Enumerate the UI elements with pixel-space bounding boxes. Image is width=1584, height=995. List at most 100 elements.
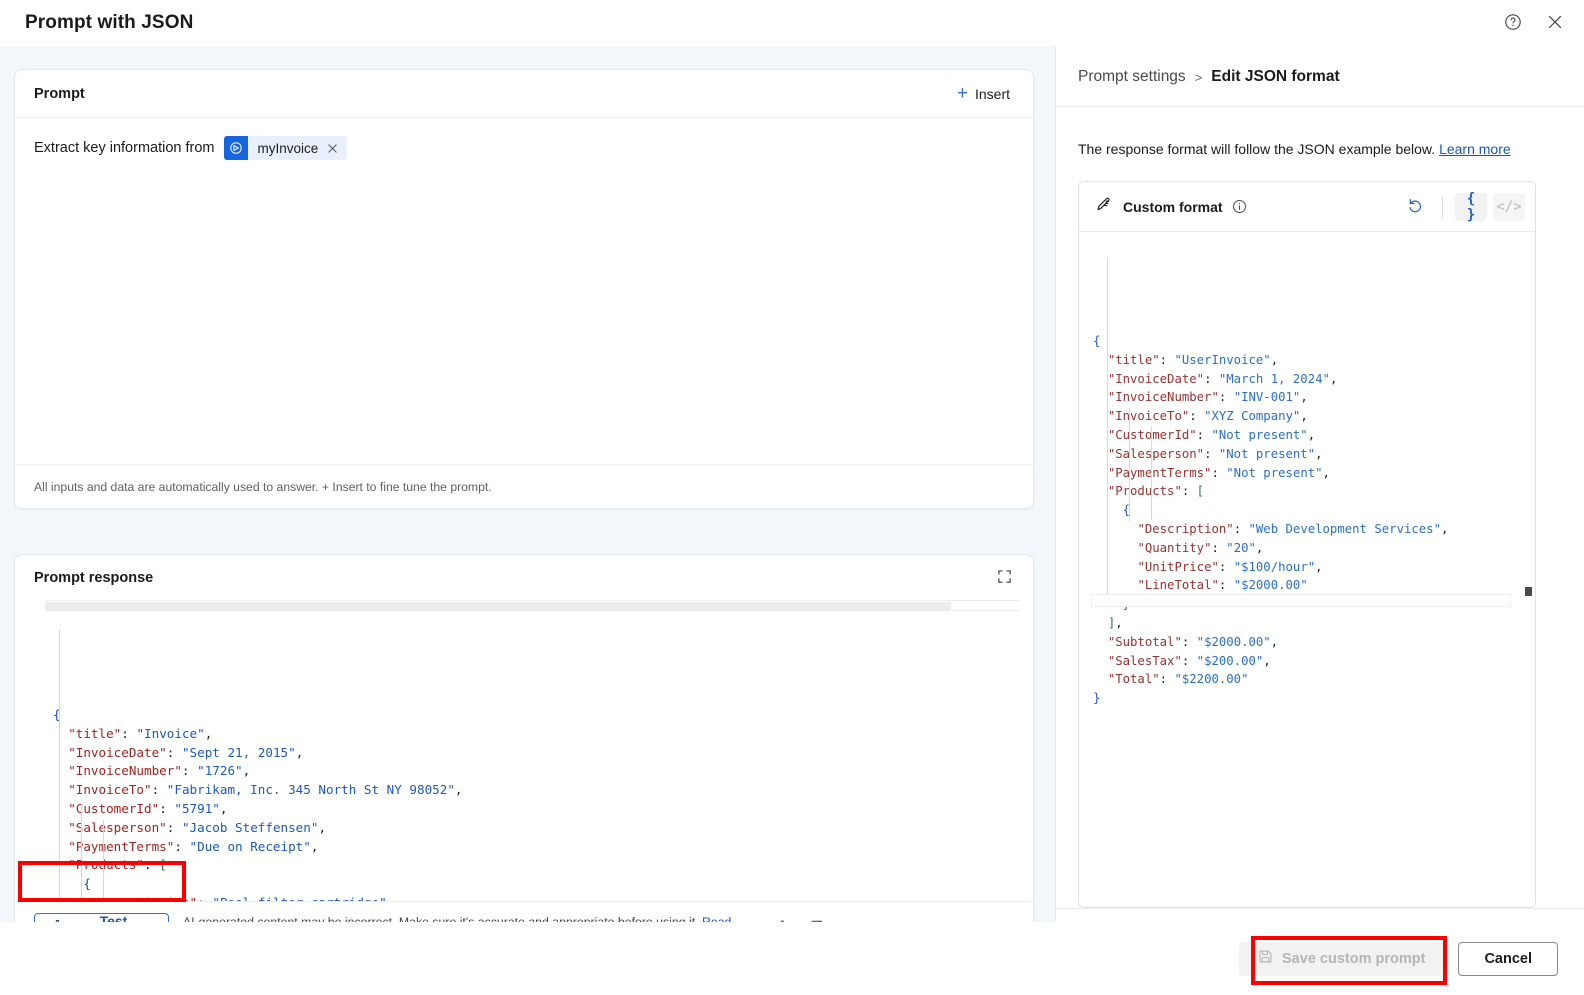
page-title: Prompt with JSON bbox=[25, 12, 194, 33]
code-line: "title": "UserInvoice", bbox=[1107, 352, 1279, 367]
left-pane: Prompt + Insert Extract key information … bbox=[0, 46, 1055, 995]
code-line: "Total": "$2200.00" bbox=[1107, 672, 1249, 687]
code-line: "SalesTax": "$200.00", bbox=[1107, 653, 1271, 668]
prompt-card: Prompt + Insert Extract key information … bbox=[14, 69, 1034, 509]
code-line: } bbox=[1093, 691, 1101, 706]
dialog-titlebar: Prompt with JSON bbox=[0, 0, 1584, 46]
file-badge-icon bbox=[223, 136, 248, 160]
prompt-footer-hint: All inputs and data are automatically us… bbox=[34, 479, 492, 494]
indent-guide bbox=[1151, 426, 1152, 520]
right-pane: Prompt settings > Edit JSON format The r… bbox=[1055, 46, 1584, 995]
right-pane-divider bbox=[1056, 106, 1584, 107]
prompt-input-chip[interactable]: myInvoice bbox=[223, 136, 348, 160]
insert-button-label: Insert bbox=[974, 85, 1010, 102]
breadcrumb-parent[interactable]: Prompt settings bbox=[1078, 68, 1186, 86]
dialog-body: Prompt + Insert Extract key information … bbox=[0, 46, 1584, 995]
cancel-dialog-button[interactable]: Cancel bbox=[1458, 941, 1558, 976]
custom-format-header: Custom format {} </> bbox=[1079, 182, 1535, 232]
code-line: { bbox=[1093, 333, 1101, 348]
info-circle-icon[interactable] bbox=[1232, 199, 1247, 214]
expand-icon bbox=[997, 569, 1012, 587]
prompt-response-code[interactable]: { "title": "Invoice", "InvoiceDate": "Se… bbox=[45, 612, 1019, 901]
undo-arrow-icon bbox=[1407, 197, 1424, 217]
prompt-static-text: Extract key information from bbox=[34, 140, 215, 156]
breadcrumb: Prompt settings > Edit JSON format bbox=[1078, 68, 1340, 86]
view-code-toggle[interactable]: </> bbox=[1493, 192, 1525, 221]
indent-guide bbox=[81, 802, 82, 901]
chip-label: myInvoice bbox=[257, 140, 319, 156]
format-horizontal-scrollbar[interactable] bbox=[1091, 594, 1511, 607]
custom-format-tools: { } </> bbox=[1400, 191, 1525, 223]
learn-more-link[interactable]: Learn more bbox=[1439, 141, 1511, 157]
custom-format-title: Custom format bbox=[1123, 198, 1223, 215]
edit-pen-icon bbox=[1095, 195, 1113, 218]
help-circle-icon bbox=[1504, 13, 1522, 34]
custom-format-code[interactable]: { "title": "UserInvoice", "InvoiceDate":… bbox=[1093, 238, 1533, 746]
insert-button[interactable]: + Insert bbox=[951, 80, 1016, 107]
prompt-response-title: Prompt response bbox=[34, 569, 154, 586]
expand-response-button[interactable] bbox=[989, 563, 1019, 593]
prompt-card-title: Prompt bbox=[34, 85, 85, 102]
close-dialog-button[interactable] bbox=[1540, 8, 1570, 38]
code-line: "UnitPrice": "$100/hour", bbox=[1137, 559, 1323, 574]
plus-icon: + bbox=[956, 83, 968, 104]
toolbar-divider bbox=[1442, 195, 1443, 218]
save-disk-icon bbox=[1258, 949, 1273, 968]
code-line: ], bbox=[1107, 615, 1123, 630]
breadcrumb-separator: > bbox=[1194, 69, 1203, 85]
code-line: "Salesperson": "Not present", bbox=[1107, 446, 1323, 461]
code-line: "Subtotal": "$2000.00", bbox=[1107, 634, 1279, 649]
code-line: "InvoiceTo": "XYZ Company", bbox=[1107, 409, 1308, 424]
code-line: "CustomerId": "Not present", bbox=[1107, 427, 1316, 442]
prompt-editor[interactable]: Extract key information from myInvoice bbox=[15, 118, 1033, 464]
format-description: The response format will follow the JSON… bbox=[1078, 141, 1511, 157]
response-code-lines: { "title": "Invoice", "InvoiceDate": "Se… bbox=[53, 706, 1019, 901]
prompt-with-json-dialog: Prompt with JSON Prompt + Insert Extract… bbox=[0, 0, 1584, 995]
close-icon bbox=[1546, 13, 1564, 34]
custom-format-code-lines: { "title": "UserInvoice", "InvoiceDate":… bbox=[1093, 332, 1533, 708]
dialog-footer: Save custom prompt Cancel bbox=[0, 922, 1584, 995]
prompt-response-card: Prompt response {"title": "Invoice", "I… bbox=[14, 554, 1034, 956]
code-line: "Products": [ bbox=[68, 857, 167, 873]
save-custom-prompt-button[interactable]: Save custom prompt bbox=[1239, 941, 1445, 976]
prompt-response-header: Prompt response bbox=[15, 555, 1033, 600]
code-line: "Description": "Web Development Services… bbox=[1137, 521, 1449, 536]
code-line: "PaymentTerms": "Not present", bbox=[1107, 465, 1330, 480]
prompt-card-footer: All inputs and data are automatically us… bbox=[15, 464, 1033, 508]
save-custom-prompt-label: Save custom prompt bbox=[1282, 950, 1426, 967]
help-button[interactable] bbox=[1498, 8, 1528, 38]
code-line: "CustomerId": "5791", bbox=[68, 800, 228, 816]
code-line: "LineTotal": "$2000.00" bbox=[1137, 578, 1308, 593]
indent-guide bbox=[1107, 257, 1108, 597]
prompt-response-code-region[interactable]: { "title": "Invoice", "InvoiceDate": "Se… bbox=[45, 600, 1019, 901]
code-line: "InvoiceNumber": "INV-001", bbox=[1107, 390, 1308, 405]
indent-guide bbox=[103, 820, 104, 901]
code-line: "title": "Invoice", bbox=[68, 725, 213, 741]
code-line: "InvoiceTo": "Fabrikam, Inc. 345 North S… bbox=[68, 782, 463, 798]
prompt-text-line: Extract key information from myInvoice bbox=[34, 136, 1014, 160]
reset-format-button[interactable] bbox=[1400, 192, 1430, 222]
format-scrollbar-thumb[interactable] bbox=[1525, 587, 1532, 596]
code-line: "Description": "Pool filter cartridge", bbox=[53, 894, 1019, 901]
code-line: "Salesperson": "Jacob Steffensen", bbox=[68, 819, 327, 835]
code-line: { bbox=[1122, 503, 1131, 518]
code-line: { bbox=[53, 706, 61, 722]
code-line: { bbox=[83, 876, 91, 892]
code-line: "PaymentTerms": "Due on Receipt", bbox=[68, 838, 319, 854]
custom-format-panel: Custom format {} </> {"title": "UserIn… bbox=[1078, 181, 1536, 908]
indent-guide bbox=[59, 630, 60, 901]
code-line: "InvoiceDate": "Sept 21, 2015", bbox=[68, 744, 304, 760]
format-description-text: The response format will follow the JSON… bbox=[1078, 141, 1436, 157]
chip-remove-button[interactable] bbox=[326, 143, 347, 154]
titlebar-actions bbox=[1498, 0, 1570, 46]
custom-format-code-region[interactable]: { "title": "UserInvoice", "InvoiceDate":… bbox=[1079, 232, 1535, 907]
view-json-toggle[interactable]: { } bbox=[1455, 191, 1487, 223]
code-line: "InvoiceNumber": "1726", bbox=[68, 763, 251, 779]
indent-guide bbox=[1129, 408, 1130, 521]
prompt-card-header: Prompt + Insert bbox=[15, 70, 1033, 118]
response-horizontal-scrollbar[interactable] bbox=[45, 600, 1019, 611]
code-line: "Quantity": "20", bbox=[1137, 540, 1264, 555]
format-vertical-scrollbar[interactable] bbox=[1523, 232, 1534, 907]
code-line: "InvoiceDate": "March 1, 2024", bbox=[1107, 371, 1338, 386]
breadcrumb-current: Edit JSON format bbox=[1211, 68, 1340, 85]
